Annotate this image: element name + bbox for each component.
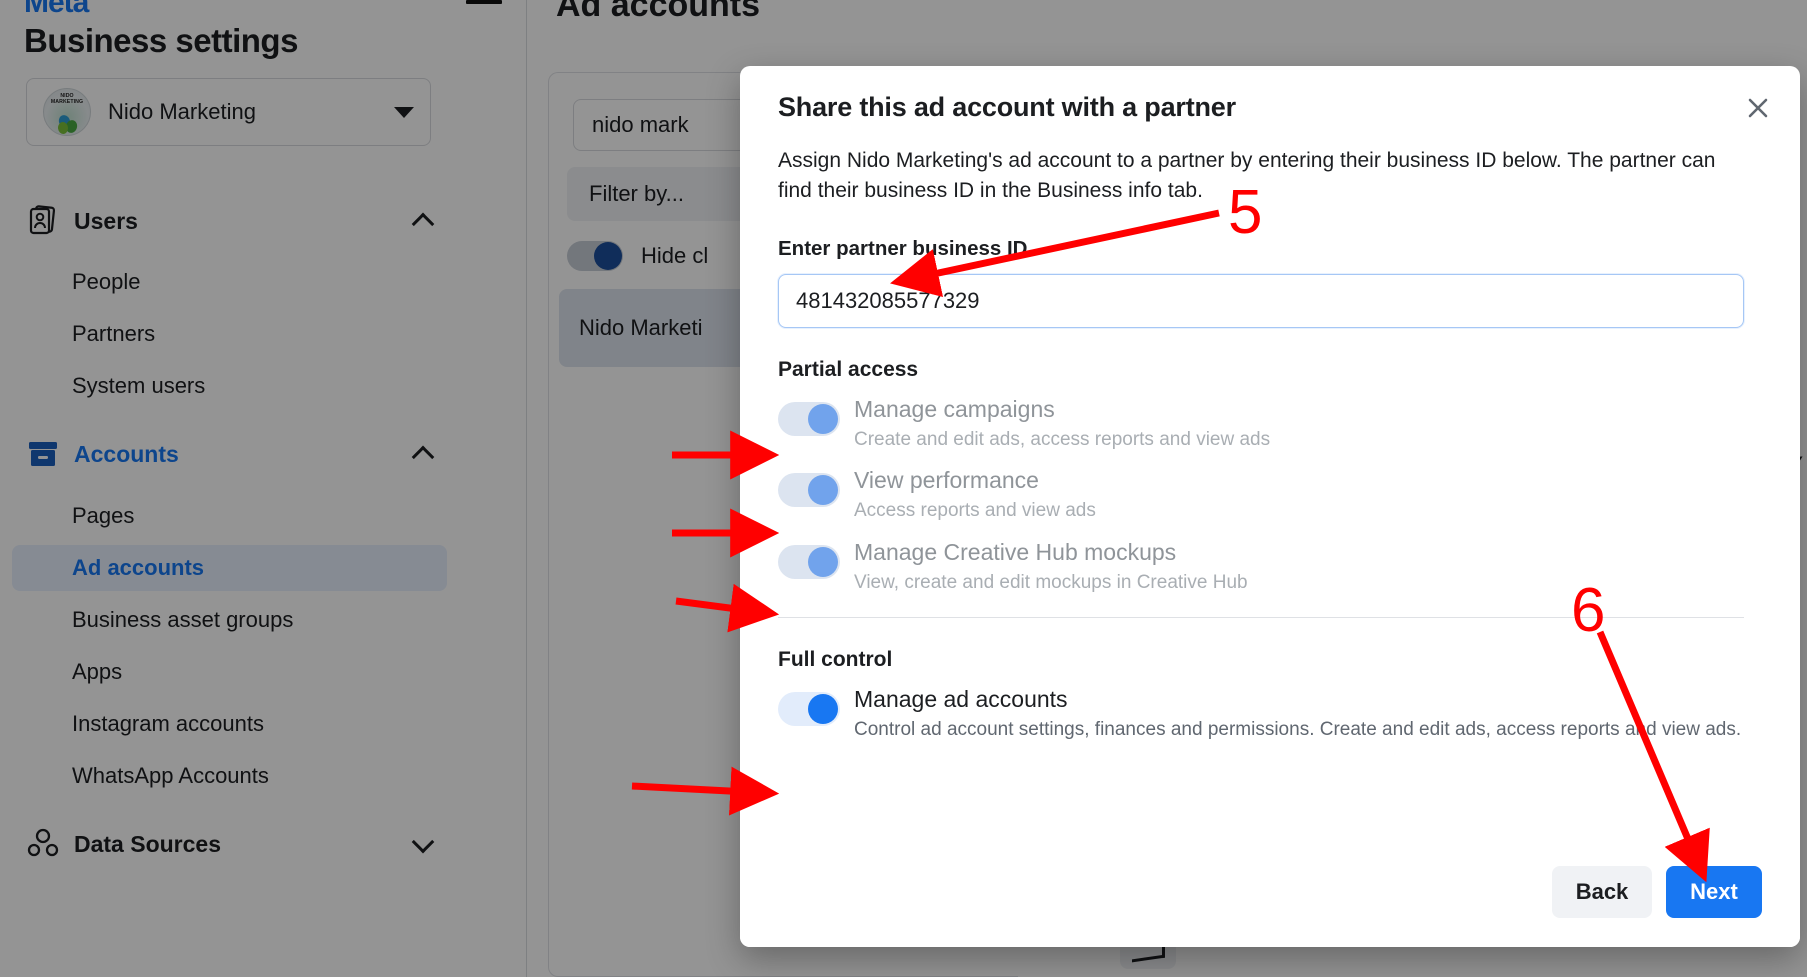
next-button[interactable]: Next	[1666, 866, 1762, 918]
toggle-manage-campaigns[interactable]	[778, 402, 840, 437]
back-button[interactable]: Back	[1552, 866, 1652, 918]
business-id-label: Enter partner business ID	[778, 237, 1028, 261]
full-control-heading: Full control	[778, 648, 893, 672]
permission-title: Manage Creative Hub mockups	[854, 538, 1177, 565]
partial-access-list: Manage campaigns Create and edit ads, ac…	[778, 395, 1762, 595]
permission-title: Manage campaigns	[854, 396, 1055, 423]
toggle-manage-ad-accounts[interactable]	[778, 692, 840, 727]
full-control-list: Manage ad accounts Control ad account se…	[778, 685, 1762, 742]
business-id-value: 481432085577329	[796, 288, 980, 314]
modal-title: Share this ad account with a partner	[778, 92, 1236, 122]
permission-description: Create and edit ads, access reports and …	[854, 428, 1271, 450]
permission-title: Manage ad accounts	[854, 686, 1068, 713]
modal-description: Assign Nido Marketing's ad account to a …	[778, 149, 1716, 203]
permission-row-view-performance: View performance Access reports and view…	[778, 466, 1762, 523]
permission-row-manage-campaigns: Manage campaigns Create and edit ads, ac…	[778, 395, 1762, 452]
permission-row-manage-creative-hub-mockups: Manage Creative Hub mockups View, create…	[778, 538, 1762, 595]
permission-title: View performance	[854, 467, 1039, 494]
toggle-view-performance[interactable]	[778, 473, 840, 508]
share-ad-account-modal: Share this ad account with a partner Ass…	[740, 66, 1800, 947]
permission-description: Control ad account settings, finances an…	[854, 718, 1742, 740]
modal-footer: Back Next	[740, 837, 1800, 947]
permission-description: View, create and edit mockups in Creativ…	[854, 571, 1248, 593]
permission-row-manage-ad-accounts: Manage ad accounts Control ad account se…	[778, 685, 1762, 742]
permission-description: Access reports and view ads	[854, 500, 1096, 522]
close-icon[interactable]	[1738, 88, 1778, 128]
toggle-manage-creative-hub-mockups[interactable]	[778, 544, 840, 579]
section-divider	[778, 617, 1744, 619]
business-id-input[interactable]: 481432085577329	[778, 274, 1744, 329]
partial-access-heading: Partial access	[778, 358, 919, 382]
